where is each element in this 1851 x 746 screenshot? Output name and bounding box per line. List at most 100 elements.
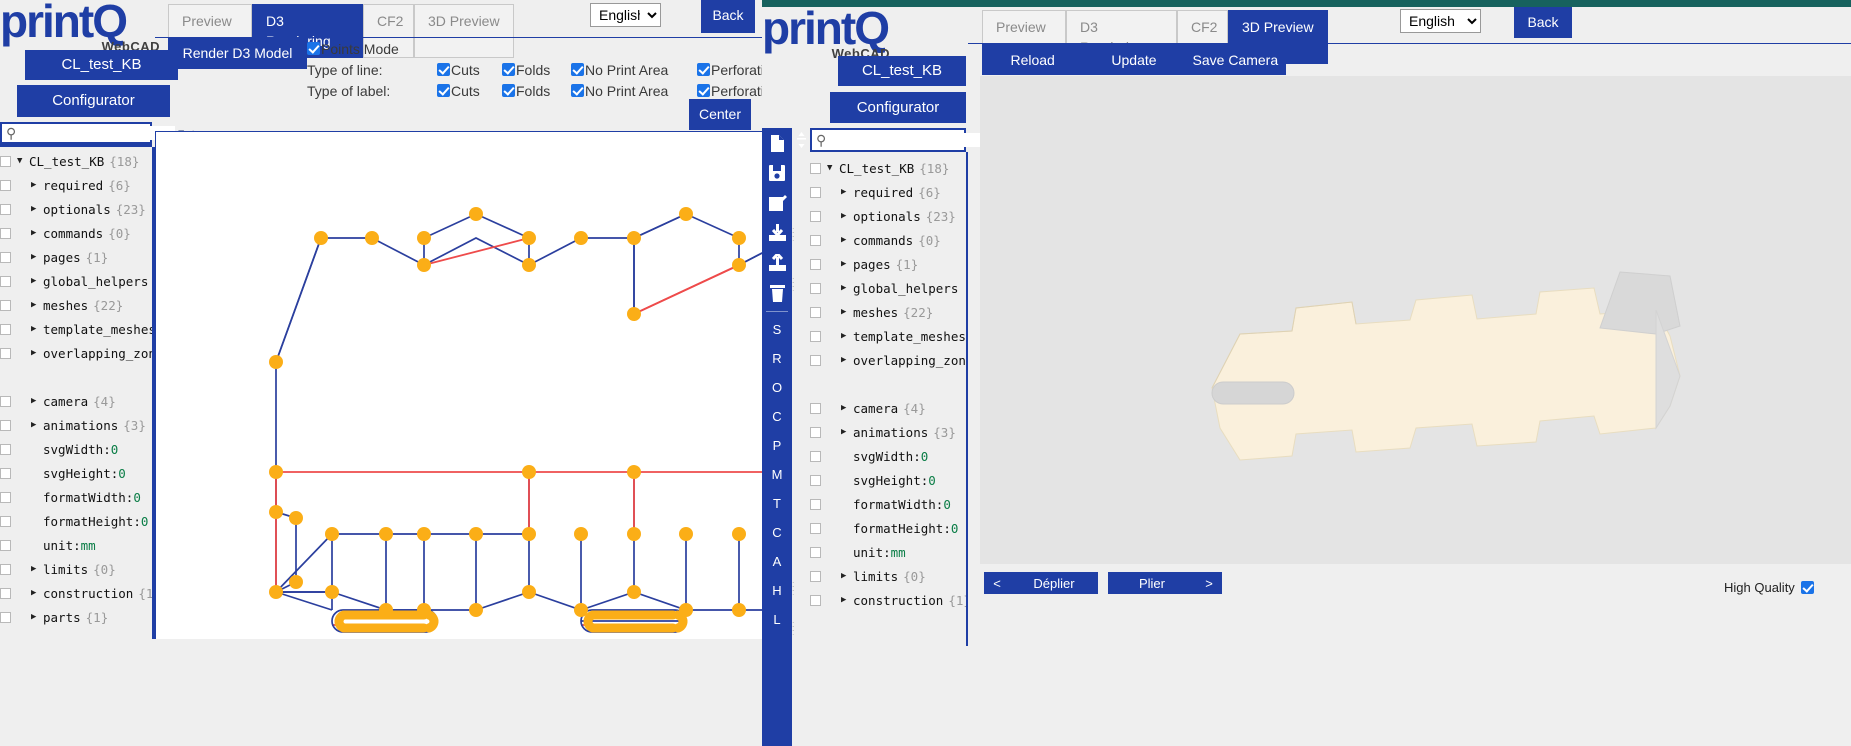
toolbar-letter-c2[interactable]: C	[762, 518, 792, 547]
trash-icon[interactable]	[762, 278, 792, 308]
label-noprintarea-checkbox[interactable]: No Print Area	[571, 83, 690, 99]
chevron-right-icon[interactable]: ▶	[841, 595, 853, 605]
tree-node-checkbox[interactable]	[810, 186, 821, 198]
chevron-right-icon[interactable]: ▶	[31, 276, 43, 286]
project-button-right[interactable]: CL_test_KB	[838, 56, 966, 86]
tree-node-checkbox[interactable]	[810, 210, 821, 222]
line-folds-checkbox[interactable]: Folds	[502, 62, 564, 78]
tree-node[interactable]: ▶ pages {1}	[0, 245, 152, 269]
object-tree-left[interactable]: ▼ CL_test_KB {18} ▶ required {6} ▶ optionals {23…	[0, 149, 152, 639]
chevron-right-icon[interactable]: ▶	[841, 307, 853, 317]
object-tree-right[interactable]: ▼ CL_test_KB {18} ▶ required {6} ▶ optionals {23…	[810, 156, 966, 618]
toolbar-letter-c[interactable]: C	[762, 402, 792, 431]
save-camera-button[interactable]: Save Camera	[1185, 52, 1286, 68]
tree-node-checkbox[interactable]	[0, 587, 11, 599]
search-input[interactable]	[830, 133, 986, 147]
prev-step-button[interactable]: <	[984, 572, 1010, 594]
tree-node-checkbox[interactable]	[810, 546, 821, 558]
tree-node[interactable]: ▶ meshes {22}	[0, 293, 152, 317]
d3-render-canvas[interactable]	[155, 131, 762, 639]
tree-node[interactable]: unit : mm	[810, 540, 966, 564]
chevron-right-icon[interactable]: ▶	[31, 588, 43, 598]
chevron-right-icon[interactable]: ▶	[31, 612, 43, 622]
tree-node[interactable]: ▼ CL_test_KB {18}	[0, 149, 152, 173]
chevron-right-icon[interactable]: ▶	[841, 331, 853, 341]
tree-node[interactable]: ▶ template_meshes	[0, 317, 152, 341]
tree-node[interactable]: ▶ global_helpers	[0, 269, 152, 293]
configurator-button[interactable]: Configurator	[17, 85, 170, 117]
tree-node-checkbox[interactable]	[810, 330, 821, 342]
toolbar-letter-p[interactable]: P	[762, 431, 792, 460]
tree-node-checkbox[interactable]	[0, 467, 11, 479]
drag-grip-4[interactable]: :::	[792, 620, 801, 637]
tree-node[interactable]: ▶ required {6}	[0, 173, 152, 197]
tree-node-checkbox[interactable]	[0, 323, 11, 335]
points-mode-row[interactable]: Points Mode	[307, 38, 762, 59]
tree-node[interactable]: ▼ CL_test_KB {18}	[810, 156, 966, 180]
tree-node-checkbox[interactable]	[0, 611, 11, 623]
tree-node-checkbox[interactable]	[0, 155, 11, 167]
tree-search-row[interactable]: ⚲ ▼ ▲	[0, 122, 198, 144]
tree-node-checkbox[interactable]	[0, 563, 11, 575]
line-cuts-checkbox[interactable]: Cuts	[437, 62, 495, 78]
tree-node[interactable]: ▶ commands {0}	[0, 221, 152, 245]
tree-node[interactable]: ▶ optionals {23}	[0, 197, 152, 221]
chevron-right-icon[interactable]: ▶	[841, 427, 853, 437]
tree-node[interactable]: ▶parts{1}	[0, 605, 152, 629]
tree-node[interactable]: unit : mm	[0, 533, 152, 557]
tree-node-checkbox[interactable]	[810, 426, 821, 438]
tree-node-checkbox[interactable]	[0, 179, 11, 191]
fold-button[interactable]: Plier	[1108, 572, 1196, 594]
points-mode-checkbox[interactable]: Points Mode	[307, 41, 399, 57]
save-icon[interactable]	[762, 158, 792, 188]
back-button-right[interactable]: Back	[1514, 7, 1572, 38]
toolbar-letter-a[interactable]: A	[762, 547, 792, 576]
tree-node-checkbox[interactable]	[810, 570, 821, 582]
chevron-down-icon[interactable]: ▼	[827, 163, 839, 173]
label-cuts-checkbox[interactable]: Cuts	[437, 83, 495, 99]
new-document-icon[interactable]	[762, 128, 792, 158]
tree-node[interactable]: ▶ overlapping_zone	[0, 341, 152, 365]
tree-node-checkbox[interactable]	[810, 594, 821, 606]
tree-node[interactable]: formatHeight : 0	[810, 516, 966, 540]
update-button[interactable]: Update	[1083, 52, 1184, 68]
tree-node-checkbox[interactable]	[0, 275, 11, 287]
high-quality-toggle[interactable]: High Quality	[1724, 580, 1814, 595]
chevron-right-icon[interactable]: ▶	[31, 564, 43, 574]
tree-node[interactable]: ▶ camera {4}	[0, 389, 152, 413]
download-icon[interactable]	[762, 218, 792, 248]
tree-node[interactable]: ▶ commands {0}	[810, 228, 966, 252]
chevron-down-icon[interactable]: ▼	[17, 156, 29, 166]
tree-node[interactable]: ▶parts{1}	[810, 612, 966, 619]
chevron-right-icon[interactable]: ▶	[31, 348, 43, 358]
center-button[interactable]: Center	[689, 99, 751, 130]
tree-node-checkbox[interactable]	[810, 402, 821, 414]
tree-node-checkbox[interactable]	[0, 419, 11, 431]
left-icon-toolbar[interactable]: S R O C P M T C A H L	[762, 128, 792, 746]
tree-node[interactable]: ▶ global_helpers	[810, 276, 966, 300]
tree-node[interactable]: ▶construction{1}	[810, 588, 966, 612]
chevron-right-icon[interactable]: ▶	[841, 403, 853, 413]
chevron-right-icon[interactable]: ▶	[31, 300, 43, 310]
tree-node-checkbox[interactable]	[0, 539, 11, 551]
next-step-button[interactable]: >	[1196, 572, 1222, 594]
tree-node-checkbox[interactable]	[0, 299, 11, 311]
tree-node-checkbox[interactable]	[810, 522, 821, 534]
drag-grip-2[interactable]: :::	[792, 276, 801, 293]
upload-icon[interactable]	[762, 248, 792, 278]
three-d-viewport[interactable]	[980, 76, 1851, 564]
tree-node[interactable]: ▶ overlapping_zone	[810, 348, 966, 372]
tree-node-checkbox[interactable]	[810, 162, 821, 174]
label-perforation-checkbox[interactable]: Perforation	[697, 83, 762, 99]
drag-grip-1[interactable]: :::	[792, 226, 801, 243]
tree-node-checkbox[interactable]	[0, 491, 11, 503]
chevron-right-icon[interactable]: ▶	[841, 259, 853, 269]
tree-node[interactable]: formatWidth : 0	[0, 485, 152, 509]
tree-node-checkbox[interactable]	[0, 251, 11, 263]
chevron-right-icon[interactable]: ▶	[841, 235, 853, 245]
tree-node[interactable]: ▶ camera {4}	[810, 396, 966, 420]
tree-node-checkbox[interactable]	[0, 395, 11, 407]
language-select-right[interactable]: English	[1400, 9, 1481, 33]
tree-node[interactable]: ▶ animations {3}	[810, 420, 966, 444]
tree-node-checkbox[interactable]	[810, 474, 821, 486]
